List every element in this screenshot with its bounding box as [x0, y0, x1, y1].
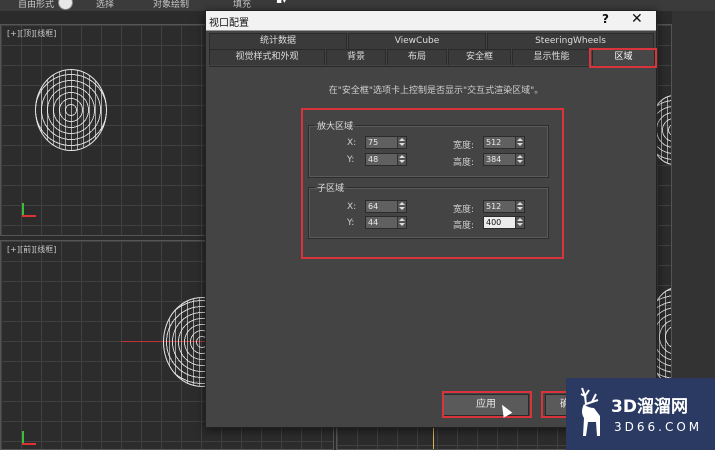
- zoom-width-spinner[interactable]: [483, 136, 525, 149]
- zoom-y-label: Y:: [347, 155, 355, 165]
- sub-height-label: 高度:: [453, 221, 475, 231]
- zoom-height-spinner[interactable]: [483, 153, 525, 166]
- tab-row-2: 视觉样式和外观 背景 布局 安全框 显示性能 区域: [209, 49, 655, 65]
- sub-x-label: X:: [347, 202, 357, 212]
- sub-height-input[interactable]: [485, 217, 515, 228]
- zoom-x-spinner[interactable]: [365, 136, 407, 149]
- tab-viewcube[interactable]: ViewCube: [348, 33, 486, 49]
- help-icon[interactable]: ?: [602, 12, 609, 26]
- tab-regions[interactable]: 区域: [592, 49, 655, 65]
- dialog-title: 视口配置: [209, 18, 249, 29]
- zoom-x-input[interactable]: [367, 137, 397, 148]
- menu-freeform[interactable]: 自由形式: [18, 0, 54, 10]
- sub-x-input[interactable]: [367, 201, 397, 212]
- tab-strip: 统计数据 ViewCube SteeringWheels 视觉样式和外观 背景 …: [209, 33, 655, 67]
- zoom-x-label: X:: [347, 138, 357, 148]
- axis-gizmo-icon: [19, 431, 37, 449]
- zoom-width-input[interactable]: [485, 137, 515, 148]
- toolbar-circle-button[interactable]: [58, 0, 73, 10]
- dialog-titlebar[interactable]: 视口配置 ? ✕: [206, 11, 656, 31]
- viewport-front-label[interactable]: [+][前][线框]: [7, 244, 56, 255]
- spinner-arrows-icon[interactable]: [397, 201, 406, 212]
- tab-steeringwheels[interactable]: SteeringWheels: [487, 33, 654, 49]
- tab-divider: [209, 66, 655, 67]
- spinner-arrows-icon[interactable]: [515, 201, 524, 212]
- tab-row-1: 统计数据 ViewCube SteeringWheels: [209, 33, 655, 49]
- zoom-height-input[interactable]: [485, 154, 515, 165]
- sub-width-spinner[interactable]: [483, 200, 525, 213]
- regions-description: 在"安全框"选项卡上控制是否显示"交互式渲染区域"。: [328, 86, 544, 96]
- sub-width-input[interactable]: [485, 201, 515, 212]
- sub-height-spinner[interactable]: [483, 216, 525, 229]
- spinner-arrows-icon[interactable]: [515, 217, 524, 228]
- axis-gizmo-icon: [19, 203, 37, 221]
- watermark-title: 3D溜溜网: [611, 397, 688, 417]
- sub-width-label: 宽度:: [453, 205, 475, 215]
- watermark-url: 3D66.COM: [614, 420, 703, 434]
- spinner-arrows-icon[interactable]: [515, 154, 524, 165]
- viewport-top-label[interactable]: [+][顶][线框]: [7, 28, 56, 39]
- tab-layout[interactable]: 布局: [387, 49, 447, 65]
- tab-visual-style[interactable]: 视觉样式和外观: [209, 49, 325, 65]
- menu-object-paint[interactable]: 对象绘制: [153, 0, 189, 10]
- tab-statistics[interactable]: 统计数据: [209, 33, 347, 49]
- sub-y-label: Y:: [347, 218, 355, 228]
- spinner-arrows-icon[interactable]: [397, 217, 406, 228]
- zoom-region-legend: 放大区域: [317, 122, 354, 132]
- zoom-y-input[interactable]: [367, 154, 397, 165]
- sub-y-spinner[interactable]: [365, 216, 407, 229]
- sub-x-spinner[interactable]: [365, 200, 407, 213]
- tab-safe-frames[interactable]: 安全框: [448, 49, 511, 65]
- sub-region-legend: 子区域: [317, 184, 345, 194]
- menu-dropdown-icon[interactable]: ▪▾: [276, 0, 287, 6]
- viewport-configuration-dialog: 视口配置 ? ✕ 统计数据 ViewCube SteeringWheels 视觉…: [205, 10, 657, 428]
- tab-background[interactable]: 背景: [326, 49, 386, 65]
- deer-logo-icon: [580, 387, 600, 436]
- apply-button[interactable]: 应用: [443, 394, 529, 416]
- site-watermark: 3D溜溜网 3D66.COM: [566, 378, 715, 450]
- spinner-arrows-icon[interactable]: [397, 154, 406, 165]
- zoom-width-label: 宽度:: [453, 141, 475, 151]
- menu-populate[interactable]: 填充: [233, 0, 251, 10]
- spinner-arrows-icon[interactable]: [397, 137, 406, 148]
- spinner-arrows-icon[interactable]: [515, 137, 524, 148]
- zoom-y-spinner[interactable]: [365, 153, 407, 166]
- tab-display-performance[interactable]: 显示性能: [512, 49, 591, 65]
- sphere-object[interactable]: [35, 69, 107, 151]
- zoom-height-label: 高度:: [453, 158, 475, 168]
- close-icon[interactable]: ✕: [631, 11, 643, 27]
- sub-y-input[interactable]: [367, 217, 397, 228]
- menu-selection[interactable]: 选择: [96, 0, 114, 10]
